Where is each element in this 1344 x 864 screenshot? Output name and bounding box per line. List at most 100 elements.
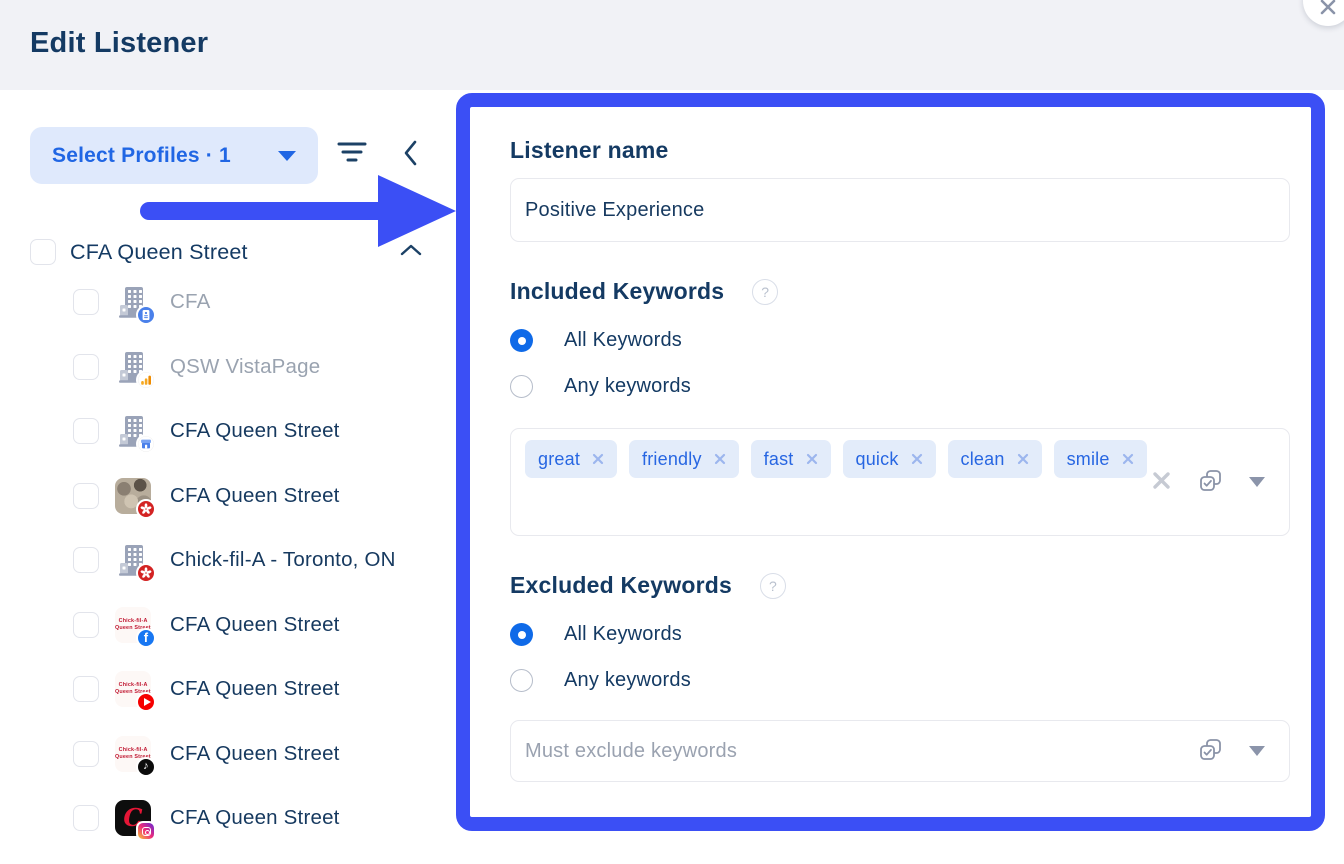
yelp-badge-icon: [136, 499, 156, 519]
profile-checkbox[interactable]: [73, 741, 99, 767]
profile-label: CFA Queen Street: [170, 806, 340, 830]
listener-name-input[interactable]: Positive Experience: [510, 178, 1290, 242]
profile-label: CFA Queen Street: [170, 677, 340, 701]
analytics-badge-icon: [136, 370, 156, 390]
profile-row[interactable]: CFA: [0, 282, 456, 322]
profile-list: CFA QSW VistaPage CFA Queen Street CFA Qu…: [0, 282, 456, 863]
google-business-badge-icon: [136, 434, 156, 454]
keyword-chip: fast: [751, 440, 831, 478]
radio-unselected-icon[interactable]: [510, 669, 533, 692]
keyword-chip: quick: [843, 440, 936, 478]
copy-check-icon: [1197, 467, 1224, 497]
contact-card-badge-icon: [136, 305, 156, 325]
keywords-dropdown-caret[interactable]: [1249, 477, 1265, 487]
clear-keywords-button[interactable]: [1151, 470, 1172, 494]
excluded-any-keywords-option[interactable]: Any keywords: [510, 669, 691, 692]
close-icon: [1319, 0, 1337, 21]
keyword-chip-label: great: [538, 449, 580, 470]
collapse-sidebar-button[interactable]: [398, 137, 424, 172]
radio-unselected-icon[interactable]: [510, 375, 533, 398]
keyword-chip-label: quick: [856, 449, 899, 470]
profile-checkbox[interactable]: [73, 354, 99, 380]
annotation-arrow-icon: [136, 172, 458, 250]
keyword-chip-label: friendly: [642, 449, 702, 470]
keyword-chip: great: [525, 440, 617, 478]
remove-keyword-icon[interactable]: [1122, 453, 1134, 465]
profile-row[interactable]: C CFA Queen Street: [0, 798, 456, 838]
clear-x-icon: [1151, 470, 1172, 494]
yelp-badge-icon: [136, 563, 156, 583]
remove-keyword-icon[interactable]: [911, 453, 923, 465]
remove-keyword-icon[interactable]: [714, 453, 726, 465]
header: Edit Listener: [0, 0, 1344, 90]
help-icon[interactable]: ?: [752, 279, 778, 305]
profile-row[interactable]: Chick-fil-A - Toronto, ON: [0, 540, 456, 580]
keyword-chip-label: clean: [961, 449, 1005, 470]
excluded-all-keywords-option[interactable]: All Keywords: [510, 623, 682, 646]
profile-row[interactable]: QSW VistaPage: [0, 347, 456, 387]
remove-keyword-icon[interactable]: [592, 453, 604, 465]
youtube-badge-icon: [136, 692, 156, 712]
profile-row[interactable]: Chick-fil-AQueen Streetf CFA Queen Street: [0, 605, 456, 645]
listener-name-value: Positive Experience: [525, 199, 704, 222]
excluded-all-keywords-label: All Keywords: [564, 623, 682, 646]
profile-label: CFA Queen Street: [170, 484, 340, 508]
profile-checkbox[interactable]: [73, 289, 99, 315]
profile-row[interactable]: CFA Queen Street: [0, 411, 456, 451]
included-keywords-title: Included Keywords: [510, 278, 724, 305]
keyword-chip-label: fast: [764, 449, 794, 470]
remove-keyword-icon[interactable]: [806, 453, 818, 465]
group-checkbox[interactable]: [30, 239, 56, 265]
chevron-down-icon: [278, 151, 296, 161]
included-keywords-input[interactable]: great friendly fast quick clean smile: [510, 428, 1290, 536]
included-all-keywords-label: All Keywords: [564, 329, 682, 352]
listener-name-label: Listener name: [510, 137, 1290, 164]
keyword-chip-label: smile: [1067, 449, 1110, 470]
profile-row[interactable]: Chick-fil-AQueen Street CFA Queen Street: [0, 669, 456, 709]
excluded-keywords-title: Excluded Keywords: [510, 572, 732, 599]
remove-keyword-icon[interactable]: [1017, 453, 1029, 465]
profile-label: CFA Queen Street: [170, 613, 340, 637]
profile-checkbox[interactable]: [73, 805, 99, 831]
profile-checkbox[interactable]: [73, 418, 99, 444]
profile-avatar: C: [115, 800, 151, 836]
included-any-keywords-option[interactable]: Any keywords: [510, 375, 691, 398]
select-profiles-label: Select Profiles · 1: [52, 144, 231, 168]
radio-selected-icon[interactable]: [510, 329, 533, 352]
profile-checkbox[interactable]: [73, 483, 99, 509]
excluded-keywords-placeholder: Must exclude keywords: [525, 740, 737, 763]
profile-row[interactable]: Chick-fil-AQueen Street♪CFA Queen Street: [0, 734, 456, 774]
profile-checkbox[interactable]: [73, 612, 99, 638]
profile-avatar: [115, 542, 151, 578]
profile-avatar: [115, 349, 151, 385]
profile-label: Chick-fil-A - Toronto, ON: [170, 548, 396, 572]
profile-avatar: [115, 284, 151, 320]
paste-keywords-button[interactable]: [1197, 467, 1224, 497]
radio-selected-icon[interactable]: [510, 623, 533, 646]
keywords-dropdown-caret[interactable]: [1249, 746, 1265, 756]
excluded-any-keywords-label: Any keywords: [564, 669, 691, 692]
profile-avatar: [115, 413, 151, 449]
excluded-keywords-input[interactable]: Must exclude keywords: [510, 720, 1290, 782]
included-any-keywords-label: Any keywords: [564, 375, 691, 398]
keyword-chip: smile: [1054, 440, 1147, 478]
profile-row[interactable]: CFA Queen Street: [0, 476, 456, 516]
filter-icon: [336, 154, 368, 169]
profile-avatar: [115, 478, 151, 514]
instagram-badge-icon: [136, 821, 156, 841]
profile-avatar: Chick-fil-AQueen Streetf: [115, 607, 151, 643]
page-title: Edit Listener: [30, 27, 208, 60]
filter-button[interactable]: [336, 138, 368, 169]
tiktok-badge-icon: ♪: [136, 757, 156, 777]
listener-form-panel: Listener name Positive Experience Includ…: [456, 93, 1325, 831]
included-all-keywords-option[interactable]: All Keywords: [510, 329, 682, 352]
keyword-chip: friendly: [629, 440, 739, 478]
profile-avatar: Chick-fil-AQueen Street♪: [115, 736, 151, 772]
profile-label: CFA: [170, 290, 210, 314]
chevron-left-icon: [398, 157, 424, 172]
help-icon[interactable]: ?: [760, 573, 786, 599]
profile-checkbox[interactable]: [73, 547, 99, 573]
profile-checkbox[interactable]: [73, 676, 99, 702]
paste-keywords-button[interactable]: [1197, 736, 1224, 766]
profile-avatar: Chick-fil-AQueen Street: [115, 671, 151, 707]
